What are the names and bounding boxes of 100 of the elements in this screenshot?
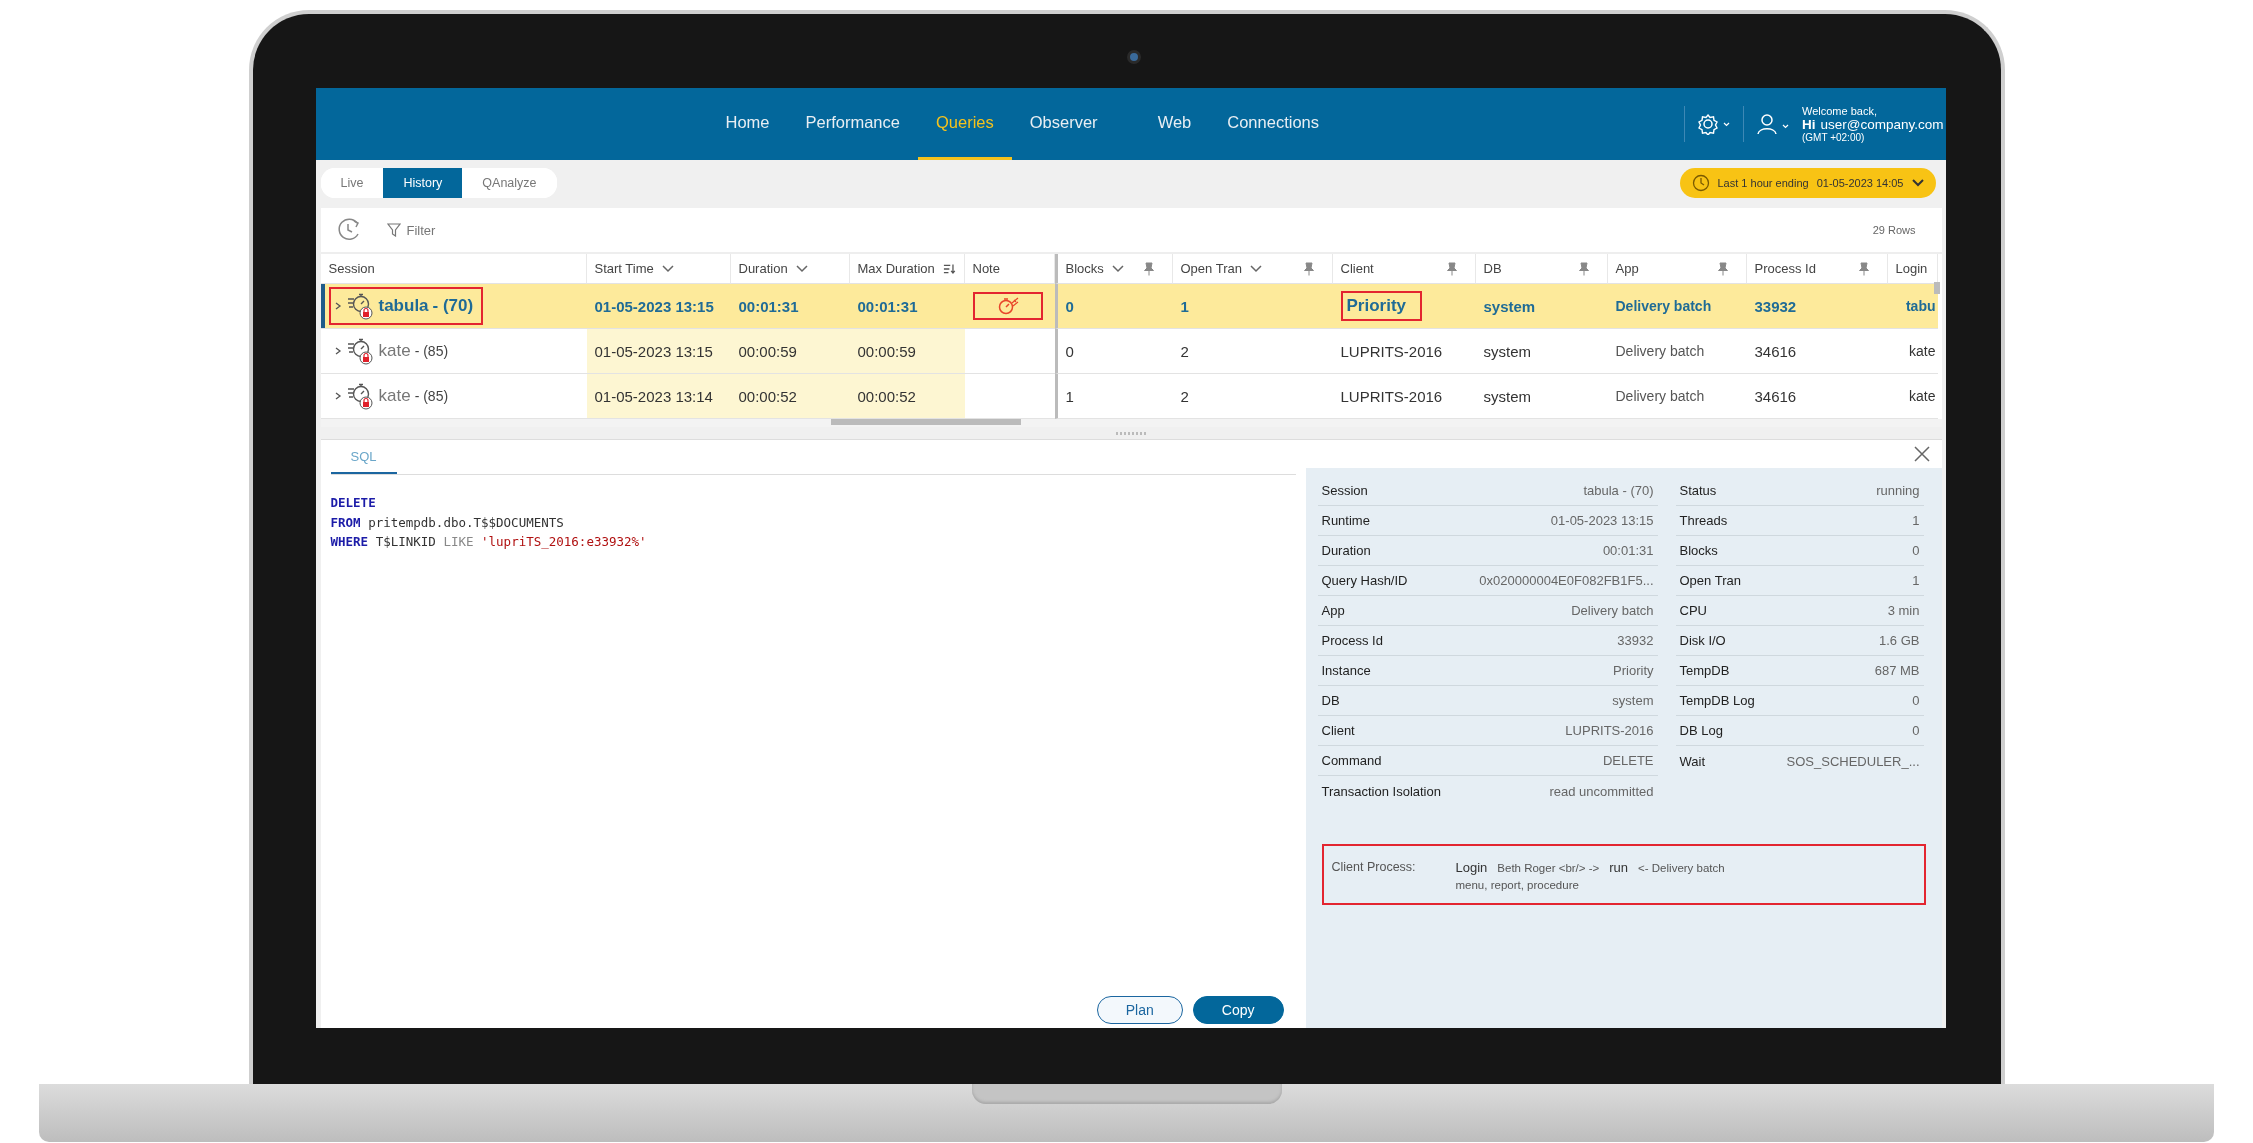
- cell-text: tabu: [1905, 298, 1936, 314]
- client-process-part: Beth Roger <br/> ->: [1497, 862, 1600, 874]
- nav-link[interactable]: Home: [707, 88, 788, 160]
- client-process-part: <- Delivery batch: [1638, 862, 1725, 874]
- detail-label: Transaction Isolation: [1321, 783, 1441, 799]
- cell-text: 0: [1065, 342, 1074, 360]
- horizontal-scrollbar[interactable]: [830, 419, 1021, 425]
- detail-label: Command: [1321, 753, 1382, 768]
- stopwatch-lock-icon: [346, 291, 375, 321]
- close-icon[interactable]: [1913, 446, 1930, 462]
- cell-text: 00:00:52: [738, 387, 797, 405]
- sort-icon[interactable]: [942, 262, 956, 275]
- detail-value: 33932: [1617, 633, 1654, 648]
- detail-value: LUPRITS-2016: [1565, 723, 1654, 738]
- column-label: DB: [1483, 261, 1502, 276]
- detail-label: Runtime: [1321, 513, 1370, 528]
- pin-icon[interactable]: [1303, 261, 1314, 276]
- time-range-end: 01-05-2023 14:05: [1816, 177, 1904, 189]
- cell-text: 34616: [1754, 387, 1797, 405]
- pin-icon[interactable]: [1858, 261, 1869, 276]
- filter-button[interactable]: Filter: [380, 221, 442, 239]
- client-process-part: run: [1609, 860, 1629, 875]
- note-stopwatch-icon[interactable]: [996, 296, 1019, 316]
- detail-label: Instance: [1321, 663, 1371, 678]
- nav-link[interactable]: Performance: [787, 88, 918, 160]
- detail-value: tabula - (70): [1583, 483, 1654, 498]
- detail-value: DELETE: [1602, 753, 1654, 768]
- cell-text: 2: [1180, 342, 1189, 360]
- chevron-down-icon[interactable]: [661, 264, 674, 273]
- nav-link[interactable]: Web: [1139, 88, 1210, 160]
- plan-button[interactable]: Plan: [1096, 996, 1183, 1024]
- pin-icon[interactable]: [1143, 261, 1154, 276]
- pin-icon[interactable]: [1446, 261, 1457, 276]
- cell-text: 0: [1065, 297, 1074, 315]
- detail-label: Query Hash/ID: [1321, 573, 1408, 588]
- column-label: Start Time: [594, 261, 654, 276]
- detail-label: TempDB Log: [1679, 693, 1755, 708]
- detail-value: read uncommitted: [1549, 783, 1654, 799]
- copy-button[interactable]: Copy: [1192, 996, 1284, 1024]
- greeting-text: Hi: [1802, 117, 1816, 132]
- user-icon[interactable]: [1756, 113, 1790, 135]
- chevron-down-icon[interactable]: [795, 264, 808, 273]
- column-label: Open Tran: [1180, 261, 1242, 276]
- column-label: App: [1615, 261, 1639, 276]
- cell-text: 34616: [1754, 342, 1797, 360]
- cell-text: kate: [1909, 388, 1936, 404]
- session-cell[interactable]: tabula - (70): [320, 284, 587, 329]
- column-label: Max Duration: [857, 261, 935, 276]
- sql-code: DELETE FROM pritempdb.dbo.T$$DOCUMENTS WHERE T$LINKID LIKE 'lupriTS_2016:e33932%': [330, 494, 648, 551]
- detail-value: system: [1612, 693, 1654, 708]
- stopwatch-lock-icon: [346, 381, 375, 411]
- client-process-part: Login: [1455, 860, 1488, 875]
- detail-value: 01-05-2023 13:15: [1550, 513, 1654, 528]
- detail-label: Process Id: [1321, 633, 1383, 648]
- cell-text: kate: [1909, 343, 1936, 359]
- detail-label: Wait: [1679, 753, 1706, 769]
- cell-text: 00:00:59: [738, 342, 797, 360]
- stopwatch-lock-icon: [346, 336, 375, 366]
- column-label: Process Id: [1754, 261, 1816, 276]
- detail-value: 3 min: [1887, 603, 1920, 618]
- cell-text: 33932: [1754, 297, 1797, 315]
- column-label: Session: [328, 261, 375, 276]
- chevron-down-icon[interactable]: [1111, 264, 1124, 273]
- detail-label: TempDB: [1679, 663, 1730, 678]
- nav-link[interactable]: Connections: [1209, 88, 1337, 160]
- cell-text: system: [1483, 297, 1536, 315]
- detail-value: 687 MB: [1874, 663, 1920, 678]
- column-label: Duration: [738, 261, 788, 276]
- cell-text: 01-05-2023 13:14: [594, 387, 713, 405]
- client-name: LUPRITS-2016: [1340, 387, 1443, 405]
- pin-icon[interactable]: [1578, 261, 1589, 276]
- client-process-line: menu, report, procedure: [1455, 879, 1580, 891]
- nav-link[interactable]: Observer: [1011, 88, 1140, 160]
- vertical-scrollbar[interactable]: [1933, 282, 1940, 294]
- settings-icon[interactable]: [1697, 113, 1731, 135]
- detail-value: Delivery batch: [1571, 603, 1654, 618]
- detail-label: CPU: [1679, 603, 1707, 618]
- welcome-text: Welcome back,: [1802, 105, 1878, 117]
- pin-icon[interactable]: [1717, 261, 1728, 276]
- session-id: - (70): [432, 296, 474, 316]
- session-id: - (85): [414, 388, 449, 404]
- detail-label: DB: [1321, 693, 1340, 708]
- cell-text: 00:01:31: [738, 297, 799, 315]
- detail-label: Threads: [1679, 513, 1728, 528]
- cell-text: 2: [1180, 387, 1189, 405]
- filter-icon: [386, 223, 401, 237]
- cell-text: 01-05-2023 13:15: [594, 342, 713, 360]
- detail-label: Session: [1321, 483, 1368, 498]
- detail-value: 1: [1912, 513, 1920, 528]
- cell-text: Delivery batch: [1615, 388, 1705, 404]
- detail-value: running: [1876, 483, 1920, 498]
- column-label: Client: [1340, 261, 1374, 276]
- detail-value: Priority: [1613, 663, 1654, 678]
- chevron-down-icon[interactable]: [1249, 264, 1262, 273]
- view-tab[interactable]: History: [383, 168, 463, 198]
- nav-link[interactable]: Queries: [918, 88, 1012, 160]
- time-range-button[interactable]: Last 1 hour ending 01-05-2023 14:05: [1679, 168, 1936, 198]
- cell-text: system: [1483, 387, 1531, 405]
- column-label: Note: [972, 261, 1000, 276]
- client-name: Priority: [1340, 291, 1423, 321]
